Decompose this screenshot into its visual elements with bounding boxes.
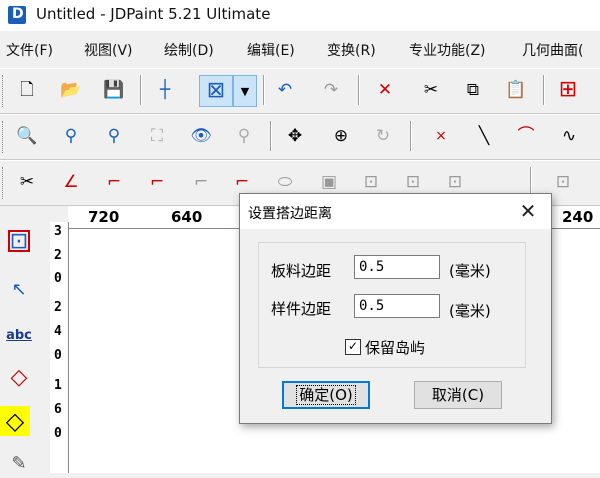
menu-file[interactable]: 文件(F) [6, 40, 53, 60]
window-title: Untitled - JDPaint 5.21 Ultimate [36, 5, 271, 23]
view-toolbar: 🔍 ⚲ ⚲ ⛶ 👁 ⚲ ✥ ⊕ ↻ × ╲ ⌒ ∿ [0, 114, 600, 160]
frame-icon[interactable]: ▣ [316, 169, 342, 195]
fillet-icon[interactable]: ⌐ [101, 169, 127, 195]
title-bar: Untitled - JDPaint 5.21 Ultimate [0, 0, 600, 31]
save-icon[interactable]: 💾 [101, 77, 127, 103]
toolbar-separator [358, 75, 360, 105]
ruler-label: 2 [54, 300, 62, 315]
pointer-icon[interactable]: ↖ [4, 274, 34, 304]
arc-icon[interactable]: ⌒ [513, 123, 539, 149]
toolbar-separator [263, 75, 265, 105]
ok-button-label: 确定(O) [296, 385, 356, 405]
sheet-margin-unit: (毫米) [449, 262, 491, 280]
standard-toolbar: 🗋 📂 💾 ┼ ⊠ ▼ ↶ ↷ ✕ ✂ ⧉ 📋 ⊞ [0, 68, 600, 114]
ruler-label: 720 [88, 208, 120, 226]
ruler-label: 6 [54, 402, 62, 417]
app-logo-icon [8, 6, 26, 24]
select-box-icon[interactable]: ⊠ [199, 75, 233, 107]
menu-professional[interactable]: 专业功能(Z) [409, 40, 486, 60]
crosshair-icon[interactable]: ┼ [152, 77, 178, 103]
open-folder-icon[interactable]: 📂 [58, 77, 84, 103]
keep-islands-label: 保留岛屿 [365, 339, 426, 357]
undo-icon[interactable]: ↶ [272, 77, 298, 103]
pan-icon[interactable]: ✥ [282, 123, 308, 149]
vertical-ruler: 3 2 0 2 4 0 1 6 0 [50, 222, 69, 473]
zoom-window-icon[interactable]: 🔍 [14, 123, 40, 149]
menu-draw[interactable]: 绘制(D) [164, 40, 214, 60]
part-margin-unit: (毫米) [449, 302, 491, 320]
ruler-label: 3 [54, 224, 62, 239]
point-icon[interactable]: × [428, 123, 454, 149]
ruler-label: 0 [54, 271, 62, 286]
corner-icon[interactable]: ⌐ [188, 169, 214, 195]
ok-button[interactable]: 确定(O) [282, 381, 370, 409]
menu-bar: 文件(F) 视图(V) 绘制(D) 编辑(E) 变换(R) 专业功能(Z) 几何… [0, 38, 600, 64]
dialog-title: 设置搭边距离 [248, 206, 332, 222]
sheet-margin-field[interactable]: 0.5 [354, 255, 440, 279]
menu-edit[interactable]: 编辑(E) [247, 40, 295, 60]
ungroup-icon[interactable]: ⊡ [400, 169, 426, 195]
cancel-button[interactable]: 取消(C) [414, 381, 502, 409]
margin-settings-dialog: 设置搭边距离 ✕ 板料边距 0.5 (毫米) 样件边距 0.5 (毫米) ✓ 保… [239, 193, 552, 424]
left-toolbar: ⊡ ↖ abc ◇ ◇ ✎ [0, 222, 44, 474]
view-eye-icon[interactable]: 👁 [188, 123, 214, 149]
toolbar-separator [543, 75, 545, 105]
menu-transform[interactable]: 变换(R) [327, 40, 376, 60]
shape-icon[interactable]: ◇ [0, 406, 30, 436]
layer-icon[interactable]: ⊡ [442, 169, 468, 195]
zoom-in-icon[interactable]: ⚲ [101, 123, 127, 149]
text-abc-icon[interactable]: abc [4, 320, 34, 350]
keep-islands-checkbox[interactable]: ✓ [345, 339, 361, 355]
rotate-view-icon[interactable]: ↻ [370, 123, 396, 149]
ellipse-icon[interactable]: ⬭ [272, 169, 298, 195]
ruler-label: 640 [171, 208, 203, 226]
new-file-icon[interactable]: 🗋 [14, 77, 40, 103]
part-margin-label: 样件边距 [271, 300, 332, 318]
chamfer-icon[interactable]: ⌐ [144, 169, 170, 195]
ruler-label: 0 [54, 348, 62, 363]
ruler-label: 240 [562, 208, 594, 226]
angle-icon[interactable]: ∠ [58, 169, 84, 195]
ruler-label: 4 [54, 324, 62, 339]
ruler-label: 1 [54, 378, 62, 393]
toolbar-separator [270, 121, 272, 151]
toolbar-grip[interactable] [2, 167, 6, 199]
part-margin-field[interactable]: 0.5 [354, 294, 440, 318]
toolbar-grip[interactable] [2, 121, 6, 153]
zoom-realtime-icon[interactable]: ⊕ [328, 123, 354, 149]
offset-corner-icon[interactable]: ⌐ [229, 169, 255, 195]
spline-icon[interactable]: ∿ [556, 123, 582, 149]
redo-icon[interactable]: ↷ [318, 77, 344, 103]
copy-icon[interactable]: ⧉ [460, 77, 486, 103]
zoom-all-icon[interactable]: ⛶ [144, 123, 170, 149]
select-node-icon[interactable]: ⊡ [4, 226, 34, 256]
toolbar-separator [140, 75, 142, 105]
zoom-previous-icon[interactable]: ⚲ [231, 123, 257, 149]
cut-icon[interactable]: ✂ [418, 77, 444, 103]
origin-icon[interactable]: ⊞ [555, 77, 581, 103]
diamond-circle-icon[interactable]: ◇ [4, 362, 34, 392]
menu-view[interactable]: 视图(V) [84, 40, 133, 60]
line-icon[interactable]: ╲ [471, 123, 497, 149]
delete-icon[interactable]: ✕ [372, 77, 398, 103]
paste-icon[interactable]: 📋 [503, 77, 529, 103]
toolbar-grip[interactable] [2, 75, 6, 107]
ruler-label: 0 [54, 426, 62, 441]
dialog-title-bar[interactable]: 设置搭边距离 ✕ [240, 194, 551, 229]
ruler-label: 2 [54, 248, 62, 263]
group-icon[interactable]: ⊡ [358, 169, 384, 195]
margin-group-box: 板料边距 0.5 (毫米) 样件边距 0.5 (毫米) ✓ 保留岛屿 [258, 242, 526, 368]
dropdown-arrow-icon[interactable]: ▼ [233, 75, 257, 107]
zoom-out-icon[interactable]: ⚲ [58, 123, 84, 149]
nest-icon[interactable]: ⊡ [550, 169, 576, 195]
menu-geometry-surface[interactable]: 几何曲面( [522, 40, 583, 60]
toolbar-separator [410, 121, 412, 151]
sheet-margin-label: 板料边距 [271, 262, 332, 280]
trim-icon[interactable]: ✂ [14, 169, 40, 195]
close-icon[interactable]: ✕ [515, 199, 541, 223]
pen-icon[interactable]: ✎ [4, 448, 34, 478]
